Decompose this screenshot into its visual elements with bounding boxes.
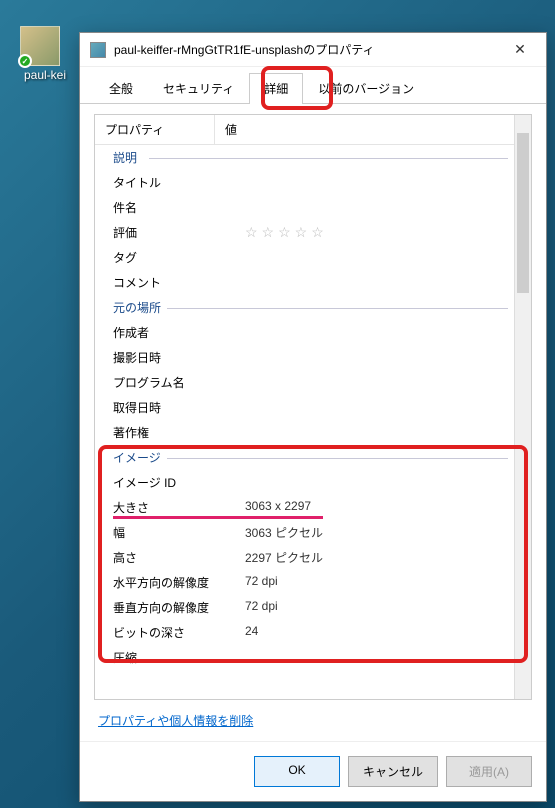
scrollbar-thumb[interactable] (517, 133, 529, 293)
tab-security[interactable]: セキュリティ (148, 73, 249, 103)
row-title: タイトル (95, 170, 514, 195)
properties-dialog: paul-keiffer-rMngGtTR1fE-unsplashのプロパティ … (79, 32, 547, 802)
header-value[interactable]: 値 (215, 115, 514, 144)
tab-general[interactable]: 全般 (94, 73, 148, 103)
row-vres: 垂直方向の解像度72 dpi (95, 595, 514, 620)
tab-details[interactable]: 詳細 (249, 73, 303, 104)
section-description: 説明 (95, 145, 514, 170)
row-dimensions: 大きさ3063 x 2297 (95, 495, 514, 520)
row-width: 幅3063 ピクセル (95, 520, 514, 545)
titlebar[interactable]: paul-keiffer-rMngGtTR1fE-unsplashのプロパティ … (80, 33, 546, 67)
row-height: 高さ2297 ピクセル (95, 545, 514, 570)
row-hres: 水平方向の解像度72 dpi (95, 570, 514, 595)
row-program: プログラム名 (95, 370, 514, 395)
close-button[interactable]: ✕ (500, 36, 540, 64)
row-subject: 件名 (95, 195, 514, 220)
ok-button[interactable]: OK (254, 756, 340, 787)
desktop-file-icon[interactable]: ✓ paul-kei (20, 26, 70, 82)
row-tags: タグ (95, 245, 514, 270)
file-thumbnail: ✓ (20, 26, 60, 66)
window-title: paul-keiffer-rMngGtTR1fE-unsplashのプロパティ (114, 41, 500, 58)
row-compression: 圧縮 (95, 645, 514, 670)
section-origin: 元の場所 (95, 295, 514, 320)
cancel-button[interactable]: キャンセル (348, 756, 438, 787)
section-image: イメージ (95, 445, 514, 470)
row-authors: 作成者 (95, 320, 514, 345)
row-date-taken: 撮影日時 (95, 345, 514, 370)
sync-badge-icon: ✓ (18, 54, 32, 68)
remove-properties-link[interactable]: プロパティや個人情報を削除 (98, 714, 253, 728)
dialog-footer: OK キャンセル 適用(A) (80, 741, 546, 801)
window-icon (90, 42, 106, 58)
property-grid: プロパティ 値 説明 タイトル 件名 評価☆☆☆☆☆ タグ コメント 元の場所 … (94, 114, 532, 700)
row-date-acquired: 取得日時 (95, 395, 514, 420)
tab-row: 全般 セキュリティ 詳細 以前のバージョン (80, 67, 546, 104)
header-property[interactable]: プロパティ (95, 115, 215, 144)
close-icon: ✕ (514, 41, 526, 58)
row-bitdepth: ビットの深さ24 (95, 620, 514, 645)
row-comments: コメント (95, 270, 514, 295)
details-content: プロパティ 値 説明 タイトル 件名 評価☆☆☆☆☆ タグ コメント 元の場所 … (80, 104, 546, 741)
rating-stars-icon[interactable]: ☆☆☆☆☆ (245, 224, 328, 240)
row-rating: 評価☆☆☆☆☆ (95, 220, 514, 245)
column-headers[interactable]: プロパティ 値 (95, 115, 514, 145)
remove-properties-row: プロパティや個人情報を削除 (94, 700, 532, 741)
tab-previous-versions[interactable]: 以前のバージョン (303, 73, 429, 103)
vertical-scrollbar[interactable] (514, 115, 531, 699)
row-image-id: イメージ ID (95, 470, 514, 495)
property-list[interactable]: プロパティ 値 説明 タイトル 件名 評価☆☆☆☆☆ タグ コメント 元の場所 … (95, 115, 514, 699)
file-label: paul-kei (20, 68, 70, 82)
apply-button[interactable]: 適用(A) (446, 756, 532, 787)
row-copyright: 著作権 (95, 420, 514, 445)
